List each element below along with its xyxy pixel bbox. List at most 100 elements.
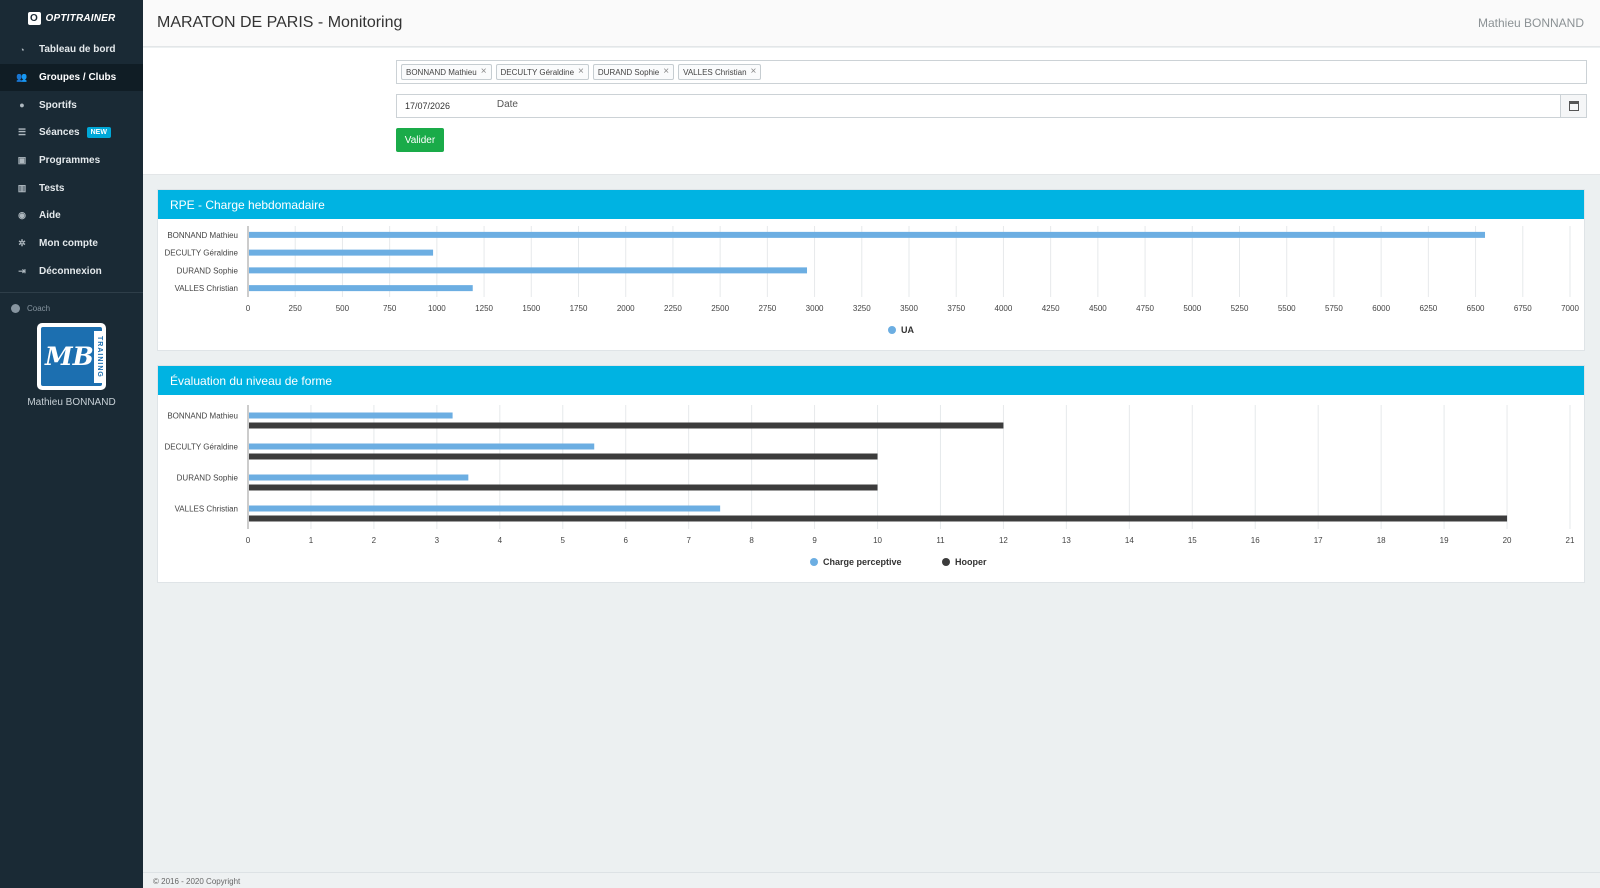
legend-label[interactable]: Hooper	[955, 557, 987, 567]
x-tick-label: 16	[1251, 536, 1260, 545]
sidebar-item-tests[interactable]: ▥ Tests	[0, 174, 143, 202]
x-tick-label: 500	[336, 304, 350, 313]
sidebar-item-programmes[interactable]: ▣ Programmes	[0, 147, 143, 175]
bar-hooper[interactable]	[249, 422, 1004, 429]
athlete-tag[interactable]: VALLES Christian ×	[678, 64, 762, 80]
coach-logo-image: MB TRAINING	[41, 327, 103, 387]
x-tick-label: 1750	[570, 304, 588, 313]
athlete-tag[interactable]: DECULTY Géraldine ×	[495, 64, 589, 80]
bar-ua[interactable]	[249, 231, 1486, 238]
x-tick-label: 8	[749, 536, 754, 545]
x-tick-label: 7	[686, 536, 691, 545]
x-tick-label: 2	[372, 536, 377, 545]
x-tick-label: 6750	[1514, 304, 1532, 313]
rpe-chart-title: RPE - Charge hebdomadaire	[158, 190, 1584, 219]
bar-ua[interactable]	[249, 267, 808, 274]
bar-hooper[interactable]	[249, 484, 878, 491]
x-tick-label: 3	[435, 536, 440, 545]
athlete-tag-label: DECULTY Géraldine	[500, 67, 575, 77]
athletes-tags-input[interactable]: BONNAND Mathieu × DECULTY Géraldine × DURAND…	[396, 60, 1587, 84]
bar-charge-perceptive[interactable]	[249, 412, 453, 419]
athlete-tag[interactable]: DURAND Sophie ×	[592, 64, 675, 80]
sidebar-item-d-connexion[interactable]: ⇥ Déconnexion	[0, 258, 143, 286]
x-tick-label: 21	[1566, 536, 1575, 545]
users-icon: 👥	[16, 72, 28, 83]
form-level-chart-panel: Évaluation du niveau de forme 0123456789…	[157, 365, 1585, 583]
coach-label-text: Coach	[27, 304, 51, 314]
x-tick-label: 3500	[900, 304, 918, 313]
category-label: VALLES Christian	[175, 505, 238, 514]
top-header: MARATON DE PARIS - Monitoring Mathieu BO…	[143, 0, 1600, 47]
globe-icon: ◉	[18, 210, 26, 221]
x-tick-label: 1000	[428, 304, 446, 313]
x-tick-label: 9	[812, 536, 817, 545]
sidebar-item-groupes-clubs[interactable]: 👥 Groupes / Clubs	[0, 63, 143, 92]
x-tick-label: 12	[999, 536, 1008, 545]
user-icon: ●	[19, 100, 25, 111]
bar-ua[interactable]	[249, 285, 473, 292]
remove-tag-icon[interactable]: ×	[751, 67, 757, 77]
submit-button[interactable]: Valider	[396, 128, 444, 152]
x-tick-label: 750	[383, 304, 397, 313]
header-user-name[interactable]: Mathieu BONNAND	[1478, 16, 1584, 30]
bar-hooper[interactable]	[249, 453, 878, 460]
remove-tag-icon[interactable]: ×	[481, 67, 487, 77]
bar-ua[interactable]	[249, 249, 434, 256]
brand-logo[interactable]: O OPTITRAINER	[0, 0, 143, 36]
x-tick-label: 10	[873, 536, 882, 545]
bar-chart-icon: ▥	[17, 182, 27, 193]
legend-marker	[942, 558, 950, 566]
bar-charge-perceptive[interactable]	[249, 505, 721, 512]
category-label: DECULTY Géraldine	[164, 443, 238, 452]
sidebar-item-s-ances[interactable]: ☰ Séances NEW	[0, 119, 143, 147]
rpe-chart: 0 250 500 750 1000 1250 1500 1750 2000 2250 2500 27…	[164, 226, 1579, 335]
coach-logo[interactable]: MB TRAINING	[37, 323, 106, 391]
athlete-tag-label: VALLES Christian	[683, 67, 747, 77]
sidebar-item-sportifs[interactable]: ● Sportifs	[0, 91, 143, 119]
x-tick-label: 3750	[947, 304, 965, 313]
x-tick-label: 2750	[758, 304, 776, 313]
calendar-button[interactable]	[1561, 94, 1587, 118]
x-tick-label: 2500	[711, 304, 729, 313]
sidebar-item-label: Sportifs	[39, 99, 77, 111]
x-tick-label: 4000	[995, 304, 1013, 313]
x-tick-label: 2250	[664, 304, 682, 313]
sidebar-nav: ◔ Tableau de bord 👥 Groupes / Clubs ● Sportif…	[0, 36, 143, 285]
x-tick-label: 20	[1503, 536, 1512, 545]
coach-logo-side-text: TRAINING	[94, 331, 103, 384]
bar-hooper[interactable]	[249, 515, 1508, 522]
athlete-tag-label: DURAND Sophie	[597, 67, 660, 77]
bar-charge-perceptive[interactable]	[249, 443, 595, 450]
form-level-chart-title: Évaluation du niveau de forme	[158, 366, 1584, 395]
page-title: MARATON DE PARIS - Monitoring	[157, 14, 403, 31]
x-tick-label: 6250	[1419, 304, 1437, 313]
remove-tag-icon[interactable]: ×	[578, 67, 584, 77]
sidebar-item-mon-compte[interactable]: ✲ Mon compte	[0, 230, 143, 258]
x-tick-label: 4250	[1042, 304, 1060, 313]
x-tick-label: 7000	[1561, 304, 1579, 313]
athlete-tag[interactable]: BONNAND Mathieu ×	[401, 64, 492, 80]
sidebar-item-tableau-de-bord[interactable]: ◔ Tableau de bord	[0, 36, 143, 64]
bar-charge-perceptive[interactable]	[249, 474, 469, 481]
x-tick-label: 6500	[1467, 304, 1485, 313]
sidebar-item-label: Séances	[39, 127, 80, 139]
sidebar-item-aide[interactable]: ◉ Aide	[0, 202, 143, 230]
x-tick-label: 13	[1062, 536, 1071, 545]
dashboard-icon: ◔	[19, 44, 25, 55]
x-tick-label: 5500	[1278, 304, 1296, 313]
x-tick-label: 6000	[1372, 304, 1390, 313]
database-icon: ☰	[17, 127, 27, 138]
legend-label[interactable]: Charge perceptive	[823, 557, 902, 567]
x-tick-label: 5750	[1325, 304, 1343, 313]
sidebar-item-label: Aide	[39, 210, 61, 222]
date-input[interactable]: 17/07/2026	[396, 94, 1561, 118]
x-tick-label: 2000	[617, 304, 635, 313]
coach-name[interactable]: Mathieu BONNAND	[0, 397, 143, 408]
remove-tag-icon[interactable]: ×	[663, 67, 669, 77]
legend-label[interactable]: UA	[901, 325, 914, 335]
category-label: DECULTY Géraldine	[164, 249, 238, 258]
sidebar-item-label: Groupes / Clubs	[39, 72, 117, 84]
x-tick-label: 4500	[1089, 304, 1107, 313]
coach-section-label: Coach	[0, 293, 143, 314]
gear-icon: ✲	[18, 238, 26, 249]
